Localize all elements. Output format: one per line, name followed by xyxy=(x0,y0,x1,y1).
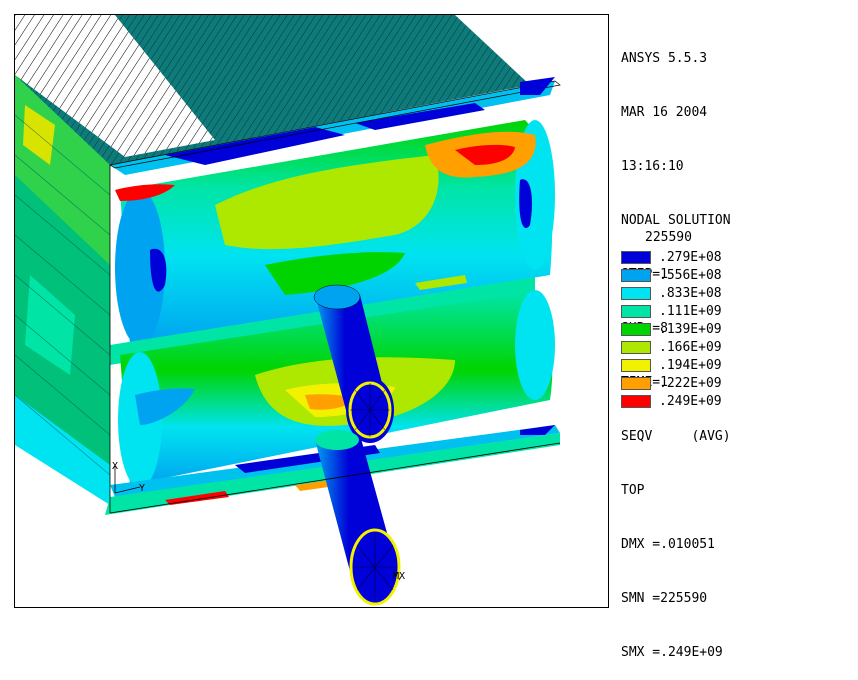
legend-row: .166E+09 xyxy=(621,338,851,356)
legend-row: .556E+08 xyxy=(621,266,851,284)
legend-row: .111E+09 xyxy=(621,302,851,320)
legend-swatch xyxy=(621,358,651,372)
smx-value: SMX =.249E+09 xyxy=(621,645,723,660)
legend-swatch xyxy=(621,304,651,318)
triad-y-label: Y xyxy=(139,483,145,494)
program-version: ANSYS 5.5.3 xyxy=(621,51,708,66)
legend-label: .139E+09 xyxy=(659,321,722,337)
legend-row: .139E+09 xyxy=(621,320,851,338)
contour-legend: 225590 .279E+08 .556E+08 .833E+08 .111E+09.… xyxy=(621,230,851,410)
legend-label: .556E+08 xyxy=(659,267,722,283)
legend-swatch xyxy=(621,322,651,336)
legend-swatch xyxy=(621,340,651,354)
legend-min-label: 225590 xyxy=(645,230,692,245)
legend-label: .222E+09 xyxy=(659,375,722,391)
legend-swatch xyxy=(621,376,651,390)
legend-label: .279E+08 xyxy=(659,249,722,265)
legend-label: .194E+09 xyxy=(659,357,722,373)
legend-label: .249E+09 xyxy=(659,393,722,409)
legend-row: .279E+08 xyxy=(621,248,851,266)
legend-row: .833E+08 xyxy=(621,284,851,302)
result-surface: TOP xyxy=(621,483,645,498)
max-marker: MX xyxy=(393,571,405,582)
legend-swatch xyxy=(621,286,651,300)
triad-x-label: X xyxy=(112,461,118,472)
stress-contour-plot: X Y MX xyxy=(15,15,561,606)
legend-swatch xyxy=(621,394,651,408)
date-label: MAR 16 2004 xyxy=(621,105,708,120)
legend-label: .166E+09 xyxy=(659,339,722,355)
legend-label: .111E+09 xyxy=(659,303,722,319)
legend-row: .194E+09 xyxy=(621,356,851,374)
legend-label: .833E+08 xyxy=(659,285,722,301)
legend-row: .222E+09 xyxy=(621,374,851,392)
time-label: 13:16:10 xyxy=(621,159,684,174)
result-quantity: SEQV (AVG) xyxy=(621,429,731,444)
solution-type: NODAL SOLUTION xyxy=(621,213,731,228)
graphics-viewport[interactable]: X Y MX xyxy=(14,14,609,608)
dmx-value: DMX =.010051 xyxy=(621,537,715,552)
smn-value: SMN =225590 xyxy=(621,591,708,606)
legend-row: .249E+09 xyxy=(621,392,851,410)
legend-swatch xyxy=(621,250,651,264)
legend-swatch xyxy=(621,268,651,282)
